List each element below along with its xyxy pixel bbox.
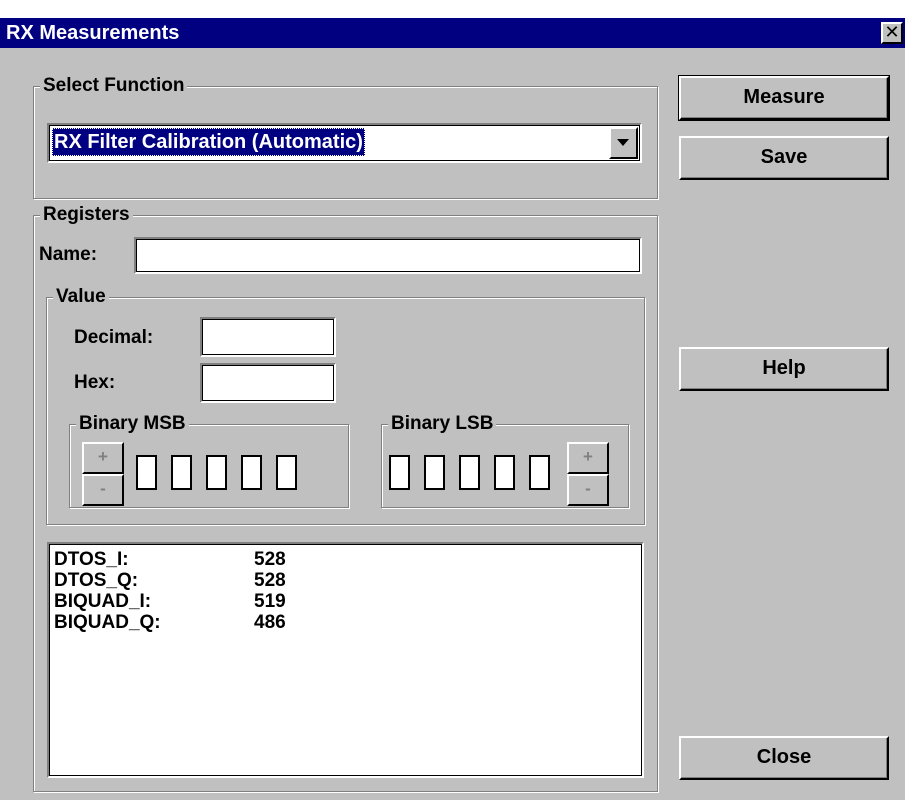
result-name: BIQUAD_I: — [54, 591, 152, 612]
close-label: Close — [756, 746, 812, 768]
measure-label: Measure — [743, 86, 825, 108]
binary-msb-legend: Binary MSB — [76, 412, 189, 436]
lsb-bit-box[interactable] — [424, 455, 445, 490]
decimal-input[interactable] — [200, 317, 336, 357]
result-value: 528 — [254, 549, 286, 570]
result-name: DTOS_Q: — [54, 570, 139, 591]
value-legend: Value — [53, 285, 109, 309]
binary-msb-legend-text: Binary MSB — [79, 413, 186, 434]
name-label: Name: — [39, 244, 98, 265]
msb-bit-box[interactable] — [171, 455, 192, 490]
msb-increment-button[interactable]: + — [82, 442, 124, 474]
msb-bit-box[interactable] — [276, 455, 297, 490]
results-list[interactable]: DTOS_I: 528 DTOS_Q: 528 BIQUAD_I: 519 BIQUA… — [47, 542, 644, 778]
dropdown-button[interactable] — [609, 127, 638, 159]
window-title: RX Measurements — [6, 22, 180, 44]
result-name: BIQUAD_Q: — [54, 612, 161, 633]
rx-measurements-dialog: RX Measurements ✕ Select Function RX Fil… — [0, 18, 905, 800]
lsb-decrement-button[interactable]: - — [567, 474, 609, 506]
registers-group: Registers Name: Value Decimal: Hex: Bina… — [33, 203, 658, 792]
measure-button[interactable]: Measure — [678, 75, 890, 121]
function-select[interactable]: RX Filter Calibration (Automatic) — [47, 123, 642, 163]
binary-msb-group: Binary MSB + - — [69, 412, 349, 508]
lsb-bit-box[interactable] — [494, 455, 515, 490]
lsb-bit-box[interactable] — [459, 455, 480, 490]
hex-label: Hex: — [74, 372, 116, 393]
msb-bit-box[interactable] — [206, 455, 227, 490]
select-function-legend: Select Function — [40, 74, 188, 98]
help-button[interactable]: Help — [679, 347, 889, 391]
value-legend-text: Value — [56, 286, 106, 307]
list-item: DTOS_Q: 528 — [54, 570, 642, 591]
function-select-value: RX Filter Calibration (Automatic) — [52, 128, 365, 156]
result-name: DTOS_I: — [54, 549, 129, 570]
value-group: Value Decimal: Hex: Binary MSB + - Binar… — [46, 285, 645, 525]
select-function-group: Select Function RX Filter Calibration (A… — [33, 74, 658, 199]
list-item: BIQUAD_I: 519 — [54, 591, 642, 612]
register-name-input[interactable] — [134, 237, 642, 274]
msb-bit-box[interactable] — [136, 455, 157, 490]
save-label: Save — [760, 146, 808, 168]
registers-legend: Registers — [40, 203, 133, 227]
list-item: BIQUAD_Q: 486 — [54, 612, 642, 633]
chevron-down-icon — [617, 139, 629, 146]
plus-icon: + — [583, 447, 593, 466]
msb-decrement-button[interactable]: - — [82, 474, 124, 506]
binary-lsb-group: Binary LSB + - — [381, 412, 629, 508]
function-select-text: RX Filter Calibration (Automatic) — [54, 131, 363, 153]
minus-icon: - — [100, 479, 106, 498]
result-value: 486 — [254, 612, 286, 633]
close-window-button[interactable]: ✕ — [881, 22, 903, 44]
help-label: Help — [762, 357, 806, 379]
lsb-bit-box[interactable] — [529, 455, 550, 490]
minus-icon: - — [585, 479, 591, 498]
close-button[interactable]: Close — [679, 736, 889, 780]
binary-lsb-legend: Binary LSB — [388, 412, 497, 436]
select-function-legend-text: Select Function — [43, 75, 185, 96]
title-bar: RX Measurements ✕ — [0, 18, 905, 48]
hex-input[interactable] — [200, 363, 336, 403]
decimal-label: Decimal: — [74, 327, 154, 348]
list-item: DTOS_I: 528 — [54, 549, 642, 570]
lsb-bit-box[interactable] — [389, 455, 410, 490]
plus-icon: + — [98, 447, 108, 466]
close-icon: ✕ — [884, 22, 900, 43]
lsb-increment-button[interactable]: + — [567, 442, 609, 474]
result-value: 519 — [254, 591, 286, 612]
msb-bit-box[interactable] — [241, 455, 262, 490]
save-button[interactable]: Save — [679, 136, 889, 180]
registers-legend-text: Registers — [43, 204, 130, 225]
binary-lsb-legend-text: Binary LSB — [391, 413, 494, 434]
result-value: 528 — [254, 570, 286, 591]
